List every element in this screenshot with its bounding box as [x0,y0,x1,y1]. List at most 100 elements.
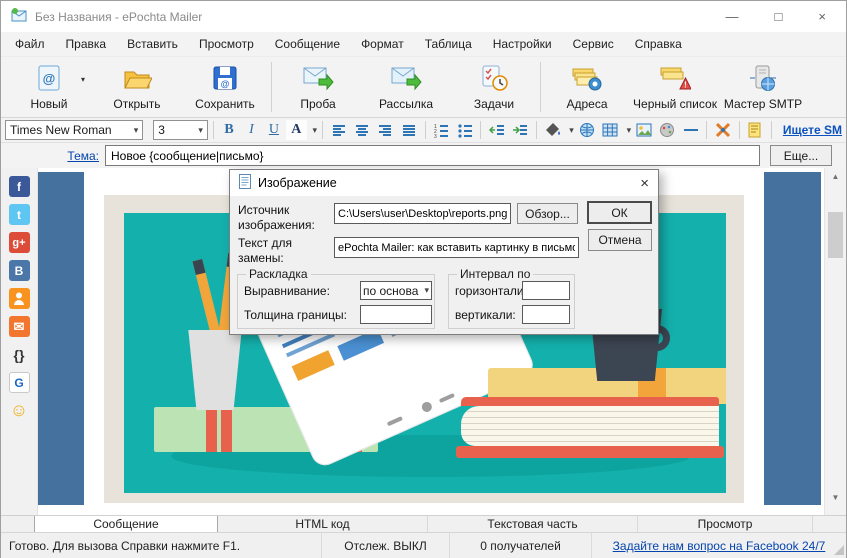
more-button[interactable]: Еще... [770,145,832,166]
tab-preview[interactable]: Просмотр [638,516,813,532]
scrollbar-thumb[interactable] [828,212,843,258]
menu-insert[interactable]: Вставить [127,37,178,51]
menu-view[interactable]: Просмотр [199,37,254,51]
google-icon[interactable]: G [9,372,30,393]
font-color-button[interactable]: A [286,120,306,140]
smtp-server-icon [748,64,778,95]
menu-service[interactable]: Сервис [573,37,614,51]
border-width-input[interactable] [360,305,432,324]
horizontal-spacing-label: горизонтали: [455,284,527,299]
font-size-select[interactable]: 3 ▾ [153,120,208,140]
close-button[interactable]: × [818,9,826,24]
tab-text-part[interactable]: Текстовая часть [428,516,638,532]
send-campaign-button[interactable]: Рассылка [362,59,450,115]
italic-button[interactable]: I [241,120,261,140]
palette-icon[interactable] [656,120,677,140]
document-icon [239,174,251,192]
toolbar-separator [540,62,541,112]
alignment-select[interactable]: по основа ▾ [360,281,432,300]
twitter-icon[interactable]: t [9,204,30,225]
spam-check-icon[interactable] [712,120,733,140]
indent-icon[interactable] [510,120,531,140]
save-button[interactable]: @ Сохранить [181,59,269,115]
html-source-icon[interactable] [745,120,766,140]
svg-text:3: 3 [434,134,437,138]
maximize-button[interactable]: □ [775,9,783,24]
blacklist-button[interactable]: ! Черный список [631,59,719,115]
social-rail: f t g+ В ✉ {} G ☺ [1,168,38,515]
mail-ru-icon[interactable]: ✉ [9,316,30,337]
cancel-button[interactable]: Отмена [588,229,652,251]
facebook-icon[interactable]: f [9,176,30,197]
hyperlink-globe-icon[interactable] [576,120,597,140]
spacing-group: Интервал по горизонтали: вертикали: [448,274,575,329]
dialog-close-icon[interactable]: × [640,175,649,192]
subject-input[interactable] [105,145,760,166]
menu-message[interactable]: Сообщение [275,37,340,51]
tasks-clock-icon [479,64,509,95]
chevron-down-icon: ▾ [198,125,203,136]
svg-text:@: @ [221,79,230,89]
new-message-button[interactable]: @ ▾ Новый [5,59,93,115]
insert-table-icon[interactable] [599,120,620,140]
menu-edit[interactable]: Правка [66,37,107,51]
emoticon-icon[interactable]: ☺ [9,400,30,421]
menu-settings[interactable]: Настройки [493,37,552,51]
vertical-scrollbar[interactable]: ▲ ▼ [824,168,846,515]
insert-image-icon[interactable] [633,120,654,140]
underline-button[interactable]: U [264,120,284,140]
menu-format[interactable]: Формат [361,37,404,51]
vkontakte-icon[interactable]: В [9,260,30,281]
align-right-icon[interactable] [375,120,396,140]
menu-table[interactable]: Таблица [425,37,472,51]
align-left-icon[interactable] [328,120,349,140]
main-toolbar: @ ▾ Новый Открыть @ Сохранить Проба Расс… [1,57,846,118]
horizontal-rule-icon[interactable] [680,120,701,140]
dialog-title-bar[interactable]: Изображение × [230,170,658,196]
chevron-down-icon: ▾ [134,125,139,136]
menu-file[interactable]: Файл [15,37,45,51]
odnoklassniki-icon[interactable] [9,288,30,309]
fill-color-icon[interactable] [542,120,563,140]
tab-html-code[interactable]: HTML код [218,516,428,532]
alt-text-input[interactable] [334,237,579,258]
font-family-select[interactable]: Times New Roman ▾ [5,120,143,140]
chevron-down-icon[interactable]: ▾ [569,125,574,136]
chevron-down-icon[interactable]: ▾ [627,125,632,136]
menu-help[interactable]: Справка [635,37,682,51]
browse-button[interactable]: Обзор... [517,203,578,224]
pencil [192,259,221,339]
facebook-support-link[interactable]: Задайте нам вопрос на Facebook 24/7 [613,539,826,553]
align-justify-icon[interactable] [398,120,419,140]
scroll-up-arrow[interactable]: ▲ [825,168,846,184]
outdent-icon[interactable] [486,120,507,140]
image-source-input[interactable] [334,203,511,224]
horizontal-spacing-input[interactable] [522,281,570,300]
smtp-offer-link[interactable]: Ищете SM [783,123,842,137]
smtp-wizard-button[interactable]: Мастер SMTP [719,59,807,115]
vertical-spacing-input[interactable] [522,305,570,324]
numbered-list-icon[interactable]: 123 [430,120,451,140]
bold-button[interactable]: B [219,120,239,140]
resize-grip[interactable] [834,545,844,555]
minimize-button[interactable]: — [726,9,739,24]
white-book [461,397,719,461]
tab-message[interactable]: Сообщение [34,516,218,532]
test-send-button[interactable]: Проба [274,59,362,115]
tasks-button[interactable]: Задачи [450,59,538,115]
google-plus-icon[interactable]: g+ [9,232,30,253]
ok-button[interactable]: ОК [587,201,652,224]
format-toolbar: Times New Roman ▾ 3 ▾ B I U A ▾ 123 ▾ ▾ [1,118,846,143]
chevron-down-icon[interactable]: ▾ [81,75,85,84]
scroll-down-arrow[interactable]: ▼ [825,489,846,505]
new-message-icon: @ [36,64,62,95]
align-center-icon[interactable] [351,120,372,140]
subject-label[interactable]: Тема: [1,149,105,163]
spintax-icon[interactable]: {} [9,344,30,365]
bullet-list-icon[interactable] [454,120,475,140]
chevron-down-icon[interactable]: ▾ [313,125,318,136]
status-ready: Готово. Для вызова Справки нажмите F1. [1,533,321,558]
window-title: Без Названия - ePochta Mailer [35,10,202,24]
open-button[interactable]: Открыть [93,59,181,115]
addresses-button[interactable]: Адреса [543,59,631,115]
